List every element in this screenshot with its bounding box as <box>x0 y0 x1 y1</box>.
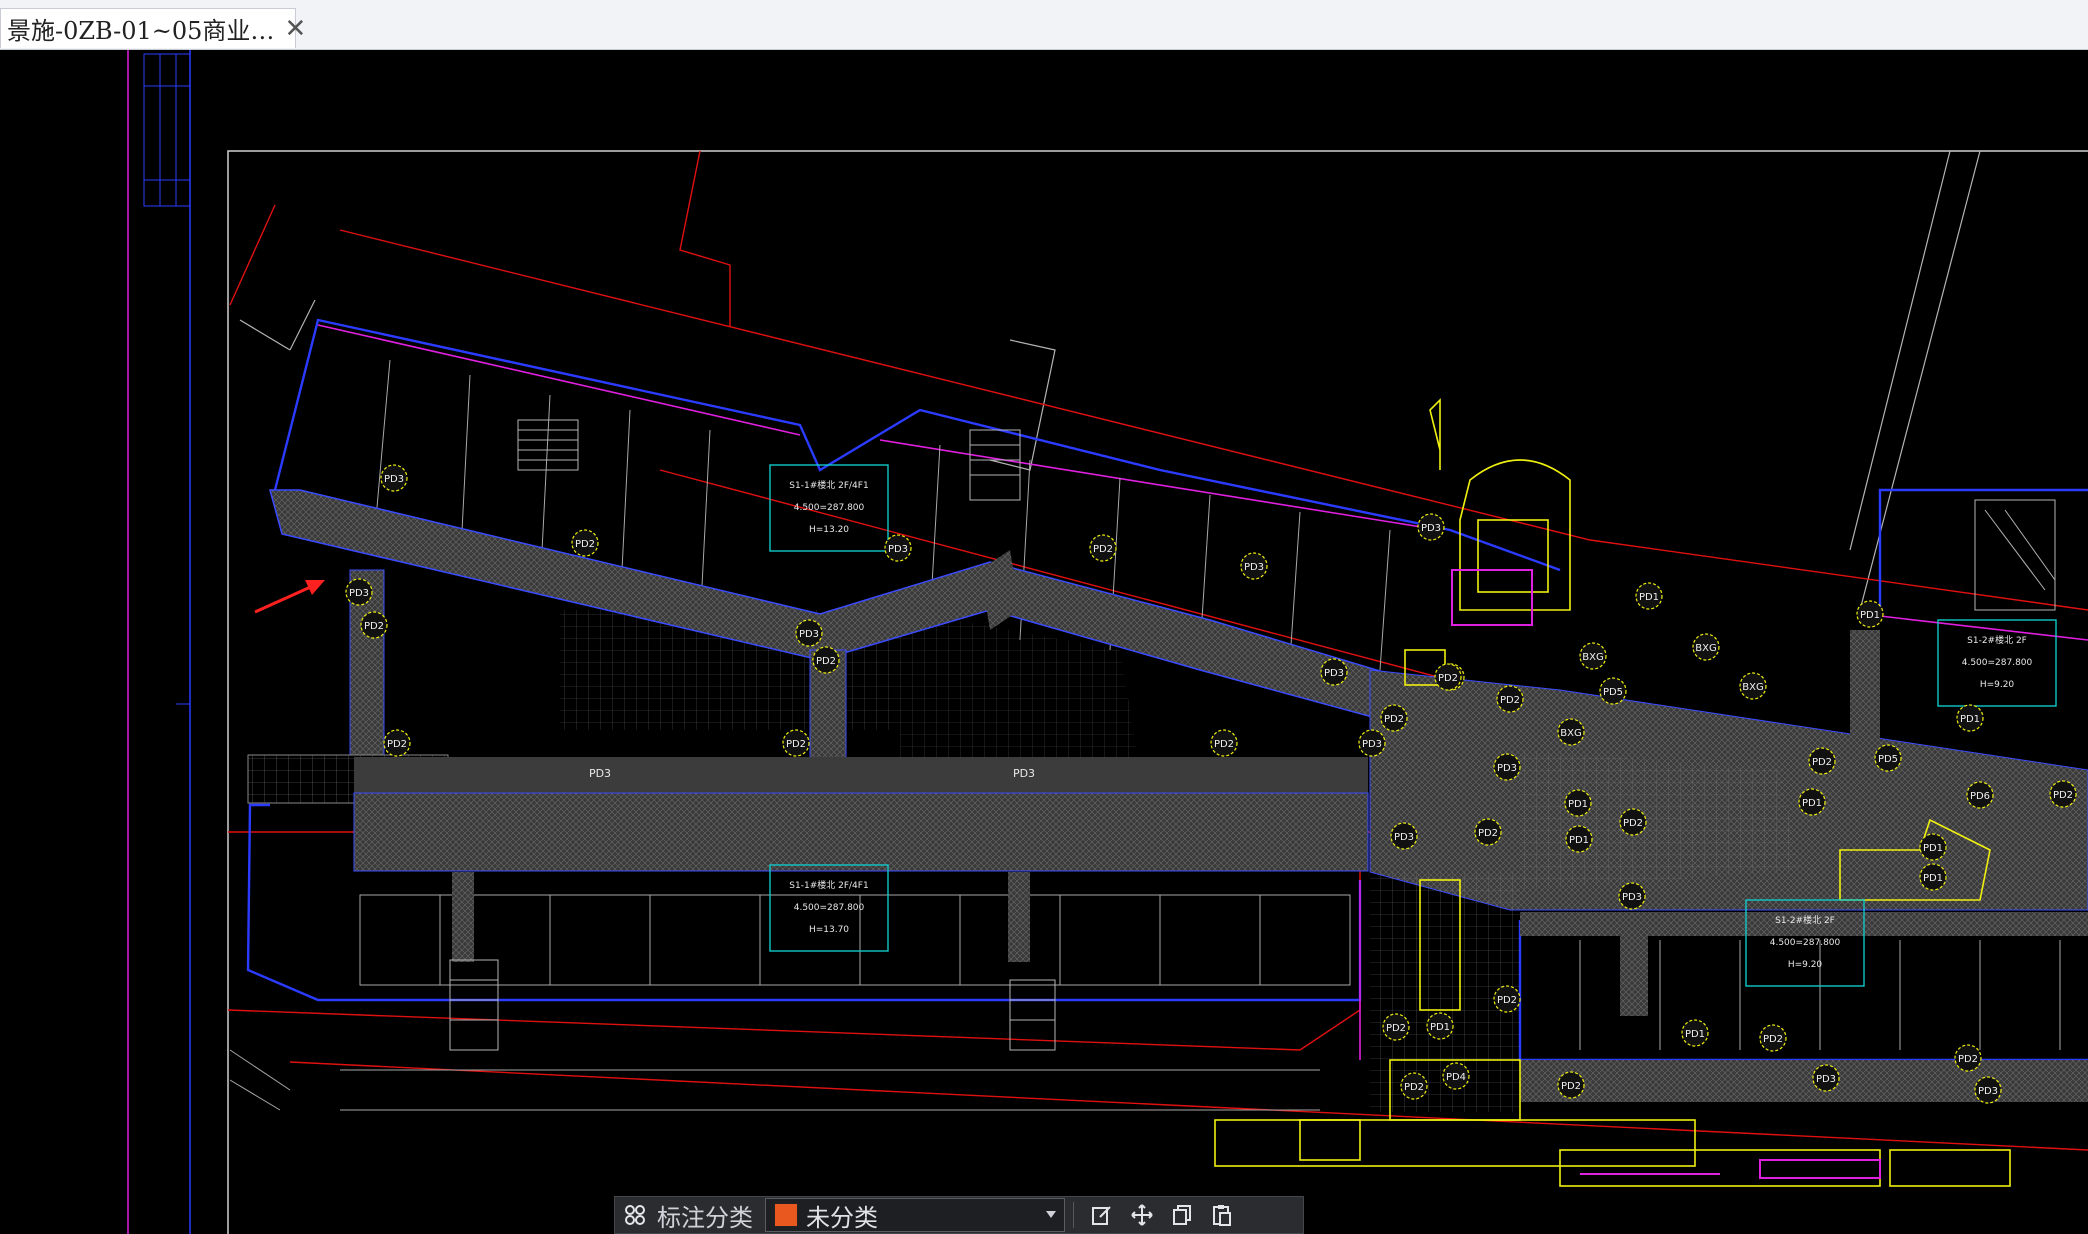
plant-tag-label: PD3 <box>1394 832 1414 843</box>
svg-text:4.500=287.800: 4.500=287.800 <box>1962 658 2033 668</box>
plant-tag-label: PD1 <box>1639 592 1659 603</box>
plant-tag-label: PD2 <box>1623 818 1643 829</box>
building-walls <box>246 318 2088 1062</box>
document-tab[interactable]: 景施-0ZB-01~05商业… ✕ <box>0 8 306 48</box>
svg-text:S1-1#楼北 2F/4F1: S1-1#楼北 2F/4F1 <box>789 879 868 891</box>
plant-tag-label: PD1 <box>1960 714 1980 725</box>
plant-tag-label: PD3 <box>1244 562 1264 573</box>
plant-tag-label: PD3 <box>799 629 819 640</box>
plant-tag-label: PD4 <box>1446 1072 1466 1083</box>
plant-tag-label: PD5 <box>1878 754 1898 765</box>
plant-tag-label: PD2 <box>1386 1023 1406 1034</box>
svg-text:4.500=287.800: 4.500=287.800 <box>794 503 865 513</box>
plant-tag-label: PD3 <box>1497 763 1517 774</box>
plant-tag-label: PD2 <box>786 739 806 750</box>
svg-text:S1-2#楼北 2F: S1-2#楼北 2F <box>1775 914 1835 926</box>
plant-tag-label: PD1 <box>1860 610 1880 621</box>
plant-tag-label: PD1 <box>1923 873 1943 884</box>
corridor-label: PD3 <box>1013 767 1035 780</box>
plant-tag-label: PD1 <box>1802 798 1822 809</box>
plant-tag-label: PD2 <box>1384 714 1404 725</box>
plant-tag-label: PD2 <box>1500 695 1520 706</box>
plant-tag-label: BXG <box>1742 682 1763 693</box>
plant-tag-label: PD2 <box>1958 1054 1978 1065</box>
plant-tag-label: PD1 <box>1923 843 1943 854</box>
paste-icon[interactable] <box>1202 1197 1242 1233</box>
plant-tag-label: PD3 <box>1816 1074 1836 1085</box>
category-label: 标注分类 <box>657 1203 753 1232</box>
cad-drawing-canvas[interactable]: S1-1#楼北 2F/4F1 4.500=287.800 H=13.20 S1-… <box>0 50 2088 1234</box>
plant-tag-label: PD2 <box>364 621 384 632</box>
room-label-block-a: S1-1#楼北 2F/4F1 4.500=287.800 H=13.20 <box>769 464 889 552</box>
red-arrow <box>254 580 325 614</box>
category-select-value: 未分类 <box>806 1203 878 1232</box>
grid-icon[interactable] <box>615 1197 655 1233</box>
plant-tag-label: PD5 <box>1603 687 1623 698</box>
svg-text:S1-1#楼北 2F/4F1: S1-1#楼北 2F/4F1 <box>789 479 868 491</box>
plant-tag-label: PD2 <box>575 539 595 550</box>
plant-tag-label: PD2 <box>1497 995 1517 1006</box>
plant-tag-label: PD2 <box>1404 1082 1424 1093</box>
plant-tag-label: PD1 <box>1568 799 1588 810</box>
tab-bar: 景施-0ZB-01~05商业… ✕ <box>0 0 2088 50</box>
plant-tag-label: PD6 <box>1970 791 1990 802</box>
move-icon[interactable] <box>1122 1197 1162 1233</box>
category-select[interactable]: 未分类 <box>765 1198 1065 1232</box>
plant-tag-label: PD2 <box>1812 757 1832 768</box>
plant-tag-label: PD1 <box>1685 1029 1705 1040</box>
plant-tag-label: PD3 <box>1324 668 1344 679</box>
plant-tag-label: BXG <box>1582 652 1603 663</box>
room-label-block-b: S1-1#楼北 2F/4F1 4.500=287.800 H=13.70 <box>769 864 889 952</box>
plant-tag-label: PD3 <box>349 588 369 599</box>
plant-tag-label: PD2 <box>1561 1081 1581 1092</box>
copy-icon[interactable] <box>1162 1197 1202 1233</box>
plant-tag-label: PD3 <box>888 544 908 555</box>
corridor-label: PD3 <box>589 767 611 780</box>
plant-tag-label: PD1 <box>1569 835 1589 846</box>
plant-tag-label: PD3 <box>1978 1086 1998 1097</box>
plant-tag-label: PD1 <box>1430 1022 1450 1033</box>
plant-tag-label: PD2 <box>816 656 836 667</box>
svg-text:4.500=287.800: 4.500=287.800 <box>1770 938 1841 948</box>
plant-tag-label: PD3 <box>384 474 404 485</box>
annotation-toolbar: 标注分类 未分类 <box>614 1196 1304 1234</box>
svg-text:H=9.20: H=9.20 <box>1980 680 2015 690</box>
plant-tag-label: BXG <box>1695 643 1716 654</box>
plant-tag-label: PD2 <box>1478 828 1498 839</box>
chevron-down-icon <box>1046 1211 1056 1218</box>
room-label-block-d: S1-2#楼北 2F 4.500=287.800 H=9.20 <box>1937 619 2057 707</box>
plant-tag-label: PD3 <box>1421 523 1441 534</box>
close-icon[interactable]: ✕ <box>284 16 306 42</box>
svg-text:4.500=287.800: 4.500=287.800 <box>794 903 865 913</box>
plant-tag-label: BXG <box>1560 728 1581 739</box>
svg-text:H=13.20: H=13.20 <box>809 525 849 535</box>
plant-tag-label: PD2 <box>1214 739 1234 750</box>
plant-tag-label: PD2 <box>387 739 407 750</box>
plant-tag-label: PD2 <box>1763 1034 1783 1045</box>
toolbar-divider <box>1073 1202 1074 1228</box>
svg-text:H=9.20: H=9.20 <box>1788 960 1823 970</box>
plant-tag-label: PD2 <box>2053 790 2073 801</box>
title-block-strip <box>127 50 191 1234</box>
category-color-swatch <box>774 1203 798 1227</box>
edit-icon[interactable] <box>1082 1197 1122 1233</box>
plant-tag-label: PD2 <box>1438 673 1458 684</box>
svg-text:H=13.70: H=13.70 <box>809 925 849 935</box>
document-tab-title: 景施-0ZB-01~05商业… <box>7 17 275 45</box>
plant-tag-label: PD3 <box>1362 739 1382 750</box>
svg-text:S1-2#楼北 2F: S1-2#楼北 2F <box>1967 634 2027 646</box>
plant-tag-label: PD3 <box>1622 892 1642 903</box>
plant-tag-label: PD2 <box>1093 544 1113 555</box>
